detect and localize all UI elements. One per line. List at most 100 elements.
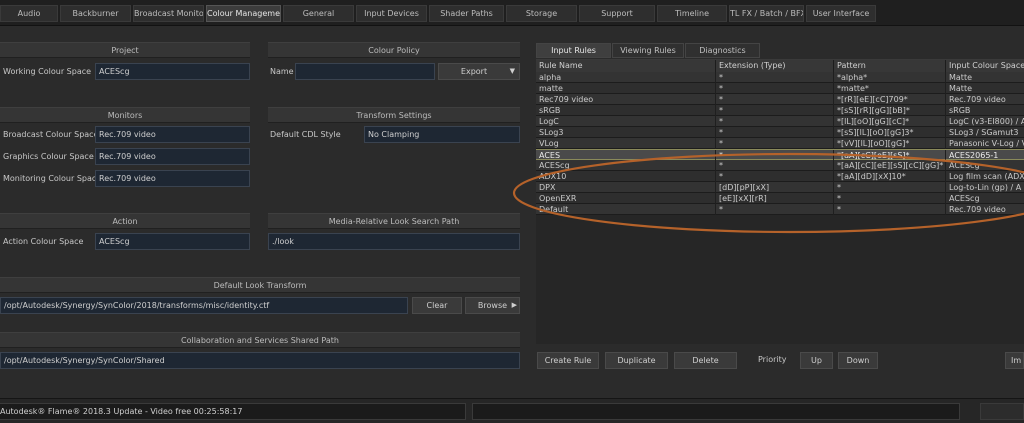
table-cell: *[vV][lL][oO][gG]*: [834, 138, 946, 149]
table-cell: *: [716, 94, 834, 105]
table-cell: [dD][pP][xX]: [716, 182, 834, 193]
media-look-header: Media-Relative Look Search Path: [268, 213, 520, 229]
tab-diagnostics[interactable]: Diagnostics: [685, 43, 760, 58]
tab-backburner[interactable]: Backburner: [60, 5, 131, 22]
clear-button[interactable]: Clear: [412, 297, 462, 314]
default-look-path-input[interactable]: /opt/Autodesk/Synergy/SynColor/2018/tran…: [0, 297, 408, 314]
browse-button[interactable]: Browse ▶: [465, 297, 520, 314]
tab-general[interactable]: General: [283, 5, 354, 22]
table-cell: VLog: [536, 138, 716, 149]
priority-label: Priority: [758, 355, 787, 364]
table-cell: *[lL][oO][gG][cC]*: [834, 116, 946, 127]
table-cell: sRGB: [536, 105, 716, 116]
status-box-right: [980, 403, 1024, 420]
table-cell: [eE][xX][rR]: [716, 193, 834, 204]
table-cell: Matte: [946, 72, 1024, 83]
status-bar: Autodesk® Flame® 2018.3 Update - Video f…: [0, 398, 1024, 423]
column-header-input-colour-space[interactable]: Input Colour Space: [946, 60, 1024, 72]
table-row[interactable]: alpha * *alpha* Matte: [536, 72, 1024, 83]
table-cell: *[rR][eE][cC]709*: [834, 94, 946, 105]
table-cell: Rec709 video: [536, 94, 716, 105]
table-row[interactable]: LogC * *[lL][oO][gG][cC]* LogC (v3-EI800) /…: [536, 116, 1024, 127]
tab-colour-management[interactable]: Colour Management: [206, 5, 281, 22]
import-button[interactable]: Im: [1005, 352, 1024, 369]
tab-timeline[interactable]: Timeline: [657, 5, 727, 22]
tab-user-interface[interactable]: User Interface: [806, 5, 876, 22]
table-row[interactable]: SLog3 * *[sS][lL][oO][gG]3* SLog3 / SGamut3: [536, 127, 1024, 138]
transform-settings-header: Transform Settings: [268, 107, 520, 123]
table-cell: SLog3: [536, 127, 716, 138]
colour-policy-header: Colour Policy: [268, 42, 520, 58]
tab-storage[interactable]: Storage: [506, 5, 577, 22]
table-row[interactable]: matte * *matte* Matte: [536, 83, 1024, 94]
table-cell: Rec.709 video: [946, 204, 1024, 215]
table-cell: *[aA][cC][eE][sS][cC][gG]*: [834, 160, 946, 171]
monitoring-colour-space-field[interactable]: Rec.709 video: [95, 170, 250, 187]
collab-path-input[interactable]: /opt/Autodesk/Synergy/SynColor/Shared: [0, 352, 520, 369]
monitors-header: Monitors: [0, 107, 250, 123]
tab-broadcast-monitor[interactable]: Broadcast Monitor: [133, 5, 204, 22]
tab-support[interactable]: Support: [579, 5, 655, 22]
table-row[interactable]: VLog * *[vV][lL][oO][gG]* Panasonic V-Log /…: [536, 138, 1024, 149]
table-cell: *: [716, 72, 834, 83]
table-cell: DPX: [536, 182, 716, 193]
tab-audio[interactable]: Audio: [0, 5, 58, 22]
table-row[interactable]: DPX [dD][pP][xX] * Log-to-Lin (gp) / A: [536, 182, 1024, 193]
delete-button[interactable]: Delete: [674, 352, 737, 369]
table-cell: Log film scan (ADX1: [946, 171, 1024, 182]
broadcast-colour-space-field[interactable]: Rec.709 video: [95, 126, 250, 143]
table-cell: *: [834, 204, 946, 215]
export-label: Export: [460, 67, 488, 76]
table-row[interactable]: Default * * Rec.709 video: [536, 204, 1024, 215]
table-cell: *alpha*: [834, 72, 946, 83]
column-header-rule-name[interactable]: Rule Name: [536, 60, 716, 72]
media-look-path-input[interactable]: ./look: [268, 233, 520, 250]
preferences-tab-bar: Audio Backburner Broadcast Monitor Colou…: [0, 0, 1024, 26]
table-cell: ACEScg: [946, 193, 1024, 204]
policy-name-input[interactable]: [295, 63, 435, 80]
tab-tl-fx-batch-bfx[interactable]: TL FX / Batch / BFX: [729, 5, 804, 22]
table-cell: Default: [536, 204, 716, 215]
table-row[interactable]: sRGB * *[sS][rR][gG][bB]* sRGB: [536, 105, 1024, 116]
chevron-right-icon: ▶: [511, 301, 517, 309]
tab-viewing-rules[interactable]: Viewing Rules: [612, 43, 684, 58]
working-colour-space-label: Working Colour Space: [3, 67, 92, 76]
tab-shader-paths[interactable]: Shader Paths: [429, 5, 504, 22]
action-colour-space-field[interactable]: ACEScg: [95, 233, 250, 250]
tab-input-devices[interactable]: Input Devices: [356, 5, 427, 22]
create-rule-button[interactable]: Create Rule: [537, 352, 599, 369]
working-colour-space-field[interactable]: ACEScg: [95, 63, 250, 80]
table-cell: matte: [536, 83, 716, 94]
graphics-colour-space-field[interactable]: Rec.709 video: [95, 148, 250, 165]
table-cell: *: [716, 83, 834, 94]
table-cell: *[sS][lL][oO][gG]3*: [834, 127, 946, 138]
table-cell: LogC: [536, 116, 716, 127]
table-cell: *: [834, 182, 946, 193]
status-box-secondary: [472, 403, 960, 420]
table-cell: SLog3 / SGamut3: [946, 127, 1024, 138]
duplicate-button[interactable]: Duplicate: [605, 352, 668, 369]
table-row[interactable]: ACES * *[aA][cC][eE][sS]* ACES2065-1: [536, 149, 1024, 161]
table-row[interactable]: ADX10 * *[aA][dD][xX]10* Log film scan (ADX…: [536, 171, 1024, 182]
table-row[interactable]: Rec709 video * *[rR][eE][cC]709* Rec.709 vi…: [536, 94, 1024, 105]
table-row[interactable]: ACEScg * *[aA][cC][eE][sS][cC][gG]* ACEScg: [536, 160, 1024, 171]
export-dropdown[interactable]: Export ▼: [438, 63, 520, 80]
table-cell: sRGB: [946, 105, 1024, 116]
table-cell: Rec.709 video: [946, 94, 1024, 105]
default-look-header: Default Look Transform: [0, 277, 520, 293]
graphics-colour-space-label: Graphics Colour Space: [3, 152, 94, 161]
table-cell: Matte: [946, 83, 1024, 94]
table-cell: LogC (v3-EI800) / A: [946, 116, 1024, 127]
priority-up-button[interactable]: Up: [800, 352, 833, 369]
status-box-main: Autodesk® Flame® 2018.3 Update - Video f…: [0, 403, 466, 420]
collab-header: Collaboration and Services Shared Path: [0, 332, 520, 348]
priority-down-button[interactable]: Down: [838, 352, 878, 369]
column-header-extension[interactable]: Extension (Type): [716, 60, 834, 72]
table-cell: *: [716, 160, 834, 171]
table-row[interactable]: OpenEXR [eE][xX][rR] * ACEScg: [536, 193, 1024, 204]
tab-input-rules[interactable]: Input Rules: [536, 43, 611, 58]
table-cell: *[aA][dD][xX]10*: [834, 171, 946, 182]
default-cdl-style-field[interactable]: No Clamping: [364, 126, 520, 143]
table-cell: *: [716, 105, 834, 116]
column-header-pattern[interactable]: Pattern: [834, 60, 946, 72]
